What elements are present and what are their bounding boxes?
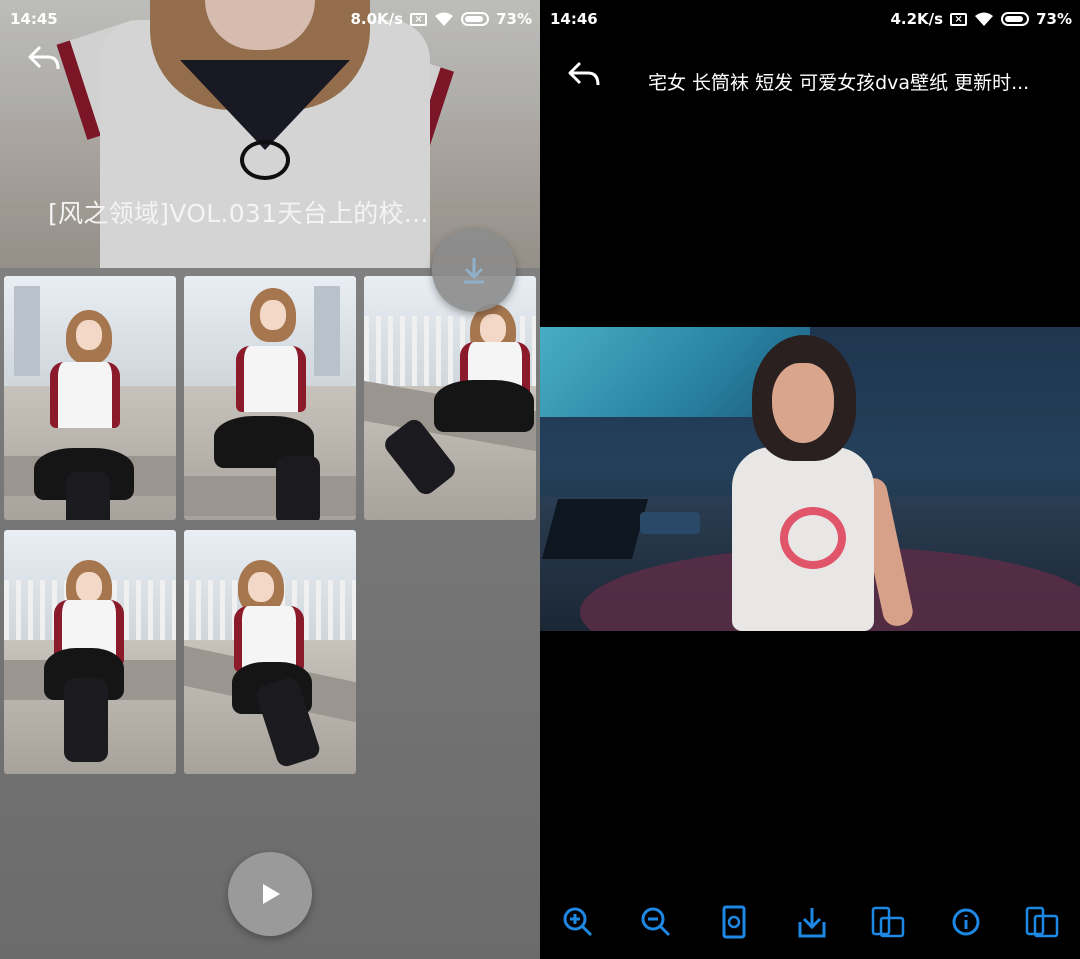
photo-thumbnail-5[interactable]	[184, 530, 356, 774]
set-lockscreen-icon	[1025, 906, 1059, 938]
photo-thumbnail-3[interactable]	[364, 276, 536, 520]
zoom-out-button[interactable]	[634, 896, 678, 948]
battery-icon	[1001, 12, 1030, 26]
viewer-toolbar	[540, 896, 1080, 948]
status-battery: 73%	[496, 10, 532, 28]
zoom-in-icon	[563, 907, 593, 937]
wallpaper-viewer-screen: 14:46 4.2K/s × 73% 宅女 长筒袜 短发 可爱女孩dva壁纸 更…	[540, 0, 1080, 959]
status-net-speed: 4.2K/s	[890, 10, 944, 28]
back-arrow-icon	[568, 61, 600, 86]
photo-thumbnail-1[interactable]	[4, 276, 176, 520]
status-bar: 14:45 8.0K/s × 73%	[0, 0, 540, 38]
download-icon	[464, 258, 484, 284]
album-title: [风之领域]VOL.031天台上的校...	[48, 199, 429, 228]
set-wallpaper-icon	[871, 906, 905, 938]
no-sim-icon: ×	[410, 12, 428, 26]
download-album-button[interactable]	[432, 228, 516, 312]
battery-icon	[461, 12, 490, 26]
info-icon	[952, 908, 980, 936]
photo-thumbnail-4[interactable]	[4, 530, 176, 774]
wifi-icon	[435, 12, 454, 26]
status-net-speed: 8.0K/s	[350, 10, 404, 28]
wallpaper-title: 宅女 长筒袜 短发 可爱女孩dva壁纸 更新时...	[648, 72, 1030, 94]
status-time: 14:46	[550, 10, 598, 28]
status-time: 14:45	[10, 10, 58, 28]
status-battery: 73%	[1036, 10, 1072, 28]
info-button[interactable]	[944, 896, 988, 948]
fit-screen-button[interactable]	[712, 896, 756, 948]
no-sim-icon: ×	[950, 12, 968, 26]
wallpaper-image[interactable]	[540, 327, 1080, 631]
back-arrow-icon	[28, 45, 60, 70]
zoom-out-icon	[641, 907, 671, 937]
photo-thumbnail-2[interactable]	[184, 276, 356, 520]
album-screen: 14:45 8.0K/s × 73% [风之领域]VOL.031天台上的校...	[0, 0, 540, 959]
download-button[interactable]	[790, 896, 834, 948]
back-button[interactable]	[24, 42, 64, 82]
play-icon	[263, 884, 280, 904]
wifi-icon	[975, 12, 994, 26]
play-slideshow-button[interactable]	[228, 852, 312, 936]
back-button[interactable]	[564, 58, 604, 98]
set-lockscreen-button[interactable]	[1020, 896, 1064, 948]
set-wallpaper-button[interactable]	[866, 896, 910, 948]
zoom-in-button[interactable]	[556, 896, 600, 948]
rotate-screen-icon	[722, 905, 746, 939]
download-icon	[798, 908, 826, 938]
status-bar: 14:46 4.2K/s × 73%	[540, 0, 1080, 38]
